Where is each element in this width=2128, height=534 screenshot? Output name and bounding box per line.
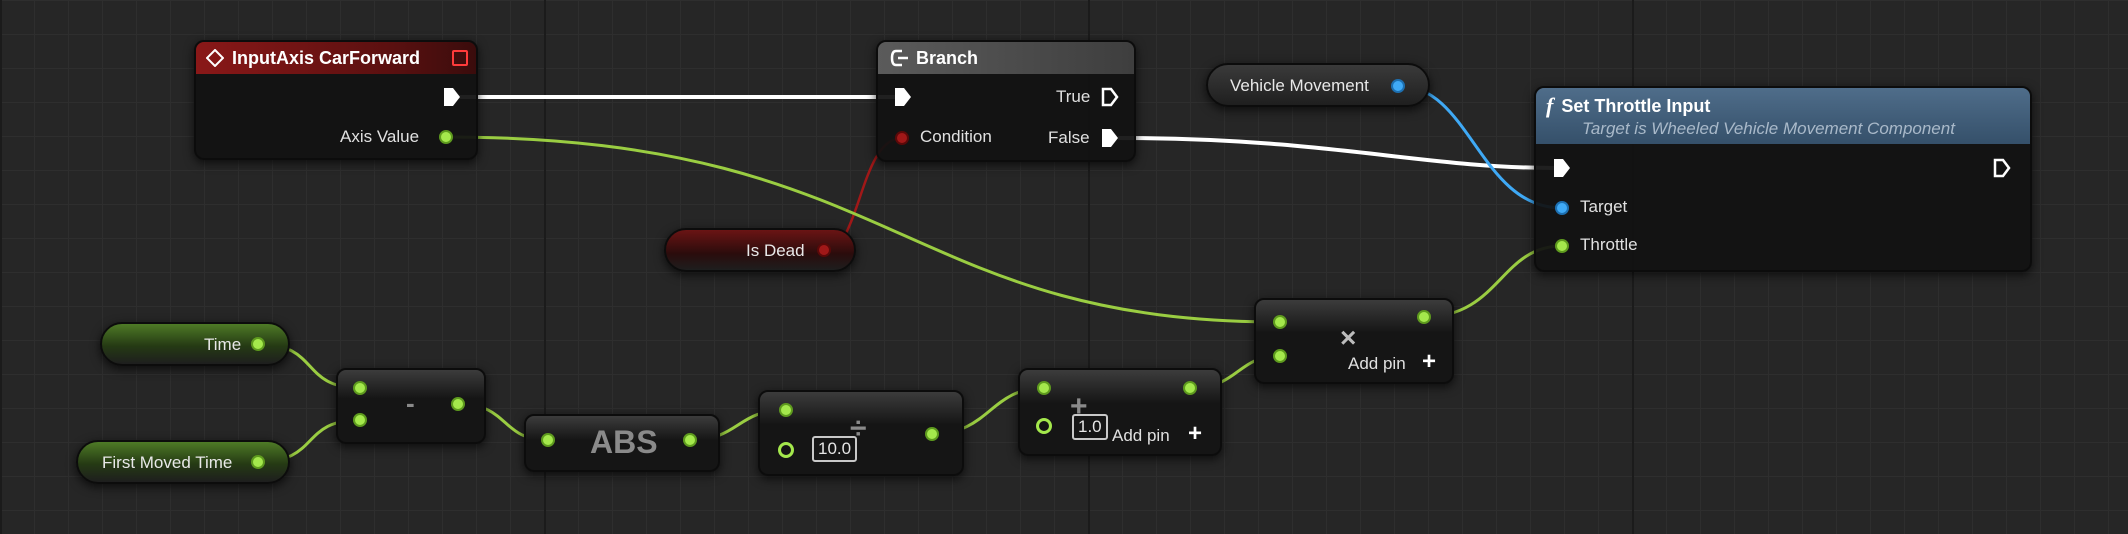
multiply-input-b-pin[interactable] bbox=[1273, 349, 1287, 363]
add-input-a-pin[interactable] bbox=[1037, 381, 1051, 395]
branch-header: Branch bbox=[878, 42, 1134, 74]
branch-icon bbox=[890, 49, 908, 67]
divide-output-pin[interactable] bbox=[925, 427, 939, 441]
axis-value-pin[interactable] bbox=[439, 130, 453, 144]
branch-true-pin[interactable] bbox=[1101, 87, 1119, 107]
branch-false-label: False bbox=[1048, 128, 1090, 147]
time-label: Time bbox=[204, 335, 242, 354]
wire-axis-value-to-multiply bbox=[445, 135, 1281, 324]
set-throttle-throttle-pin[interactable] bbox=[1555, 239, 1569, 253]
delegate-square-icon bbox=[452, 50, 468, 66]
branch-true-label: True bbox=[1056, 87, 1091, 106]
input-axis-exec-out-pin[interactable] bbox=[443, 87, 461, 107]
branch-false-pin[interactable] bbox=[1101, 128, 1119, 148]
vehicle-movement-label: Vehicle Movement bbox=[1230, 76, 1369, 95]
add-pin-label[interactable]: Add pin bbox=[1112, 426, 1170, 446]
branch-condition-label: Condition bbox=[920, 127, 992, 146]
subtract-input-a-pin[interactable] bbox=[353, 381, 367, 395]
is-dead-label: Is Dead bbox=[746, 241, 805, 260]
input-axis-node[interactable]: InputAxis CarForward bbox=[194, 40, 478, 160]
set-throttle-exec-out-pin[interactable] bbox=[1993, 158, 2011, 178]
subtract-output-pin[interactable] bbox=[451, 397, 465, 411]
add-pin-plus-icon[interactable]: + bbox=[1188, 420, 1202, 448]
branch-node[interactable]: Branch bbox=[876, 40, 1136, 162]
add-output-pin[interactable] bbox=[1183, 381, 1197, 395]
set-throttle-header: f Set Throttle Input Target is Wheeled V… bbox=[1536, 88, 2030, 144]
add-input-b-pin[interactable] bbox=[1036, 418, 1052, 434]
set-throttle-throttle-label: Throttle bbox=[1580, 235, 1638, 254]
first-moved-time-label: First Moved Time bbox=[102, 453, 233, 472]
abs-label: ABS bbox=[590, 424, 658, 460]
subtract-symbol: - bbox=[406, 388, 415, 418]
set-throttle-target-label: Target bbox=[1580, 197, 1628, 216]
branch-exec-in-pin[interactable] bbox=[894, 87, 912, 107]
abs-output-pin[interactable] bbox=[683, 433, 697, 447]
abs-input-pin[interactable] bbox=[541, 433, 555, 447]
divide-constant-field[interactable]: 10.0 bbox=[812, 436, 858, 462]
add-constant-field[interactable]: 1.0 bbox=[1072, 414, 1108, 440]
time-pin[interactable] bbox=[251, 337, 265, 351]
vehicle-movement-pin[interactable] bbox=[1391, 79, 1405, 93]
input-axis-header: InputAxis CarForward bbox=[196, 42, 476, 74]
set-throttle-subtitle: Target is Wheeled Vehicle Movement Compo… bbox=[1582, 119, 1955, 138]
multiply-output-pin[interactable] bbox=[1417, 310, 1431, 324]
axis-value-label: Axis Value bbox=[340, 127, 420, 146]
set-throttle-exec-in-pin[interactable] bbox=[1553, 158, 1571, 178]
divide-input-b-pin[interactable] bbox=[778, 442, 794, 458]
set-throttle-target-pin[interactable] bbox=[1555, 201, 1569, 215]
subtract-input-b-pin[interactable] bbox=[353, 413, 367, 427]
multiply-add-pin-label[interactable]: Add pin bbox=[1348, 354, 1406, 374]
multiply-symbol: × bbox=[1340, 322, 1357, 353]
function-icon: f bbox=[1546, 93, 1554, 118]
set-throttle-title: Set Throttle Input bbox=[1561, 95, 1711, 116]
branch-condition-pin[interactable] bbox=[895, 131, 909, 145]
is-dead-pin[interactable] bbox=[817, 243, 831, 257]
multiply-add-pin-plus-icon[interactable]: + bbox=[1422, 348, 1436, 376]
multiply-input-a-pin[interactable] bbox=[1273, 315, 1287, 329]
divide-input-a-pin[interactable] bbox=[779, 403, 793, 417]
branch-title: Branch bbox=[916, 47, 979, 68]
first-moved-time-pin[interactable] bbox=[251, 455, 265, 469]
event-diamond-icon bbox=[206, 49, 224, 67]
input-axis-title: InputAxis CarForward bbox=[232, 47, 421, 68]
